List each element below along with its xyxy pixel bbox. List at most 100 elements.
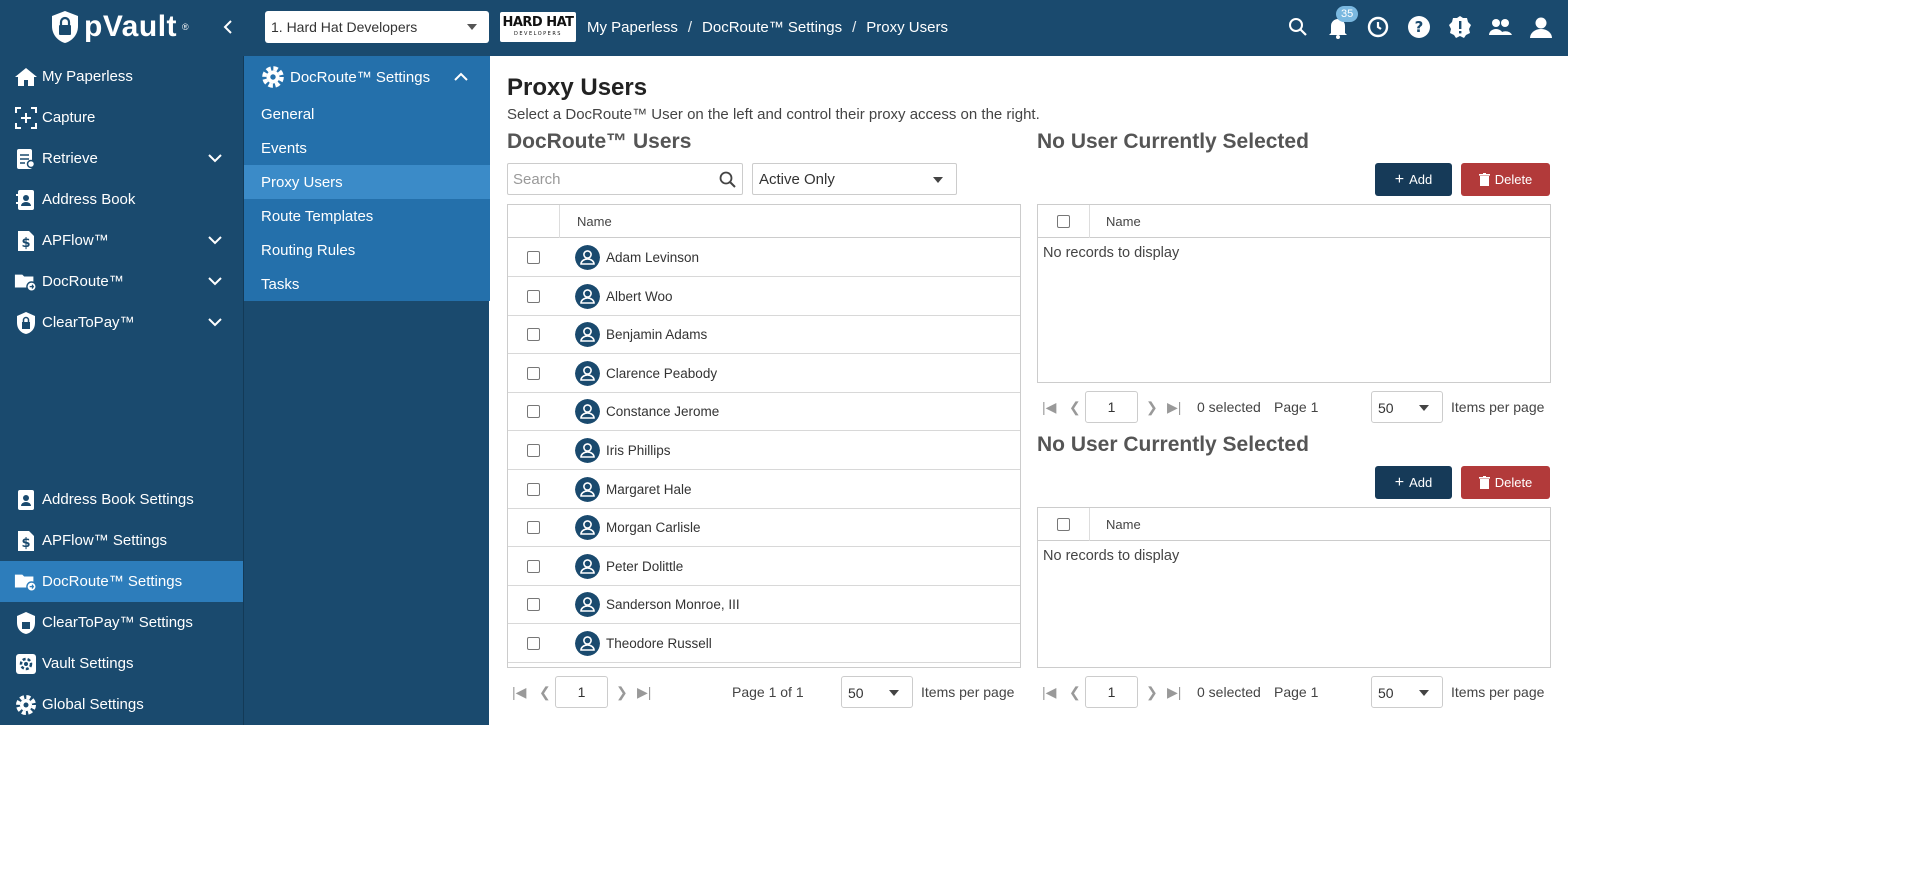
page-info: Page 1 of 1 (732, 684, 804, 700)
panel1-pager: |◀ ❮ 1 ❯ ▶| 0 selected Page 1 50 Items p… (1037, 391, 1551, 423)
last-page-icon[interactable]: ▶| (637, 684, 651, 701)
prev-page-icon[interactable]: ❮ (1069, 684, 1081, 701)
table-row[interactable]: Peter Dolittle (508, 547, 1020, 586)
table-row[interactable]: Iris Phillips (508, 431, 1020, 470)
collapse-sidebar-icon[interactable] (218, 16, 240, 38)
chevron-down-icon (1419, 405, 1429, 411)
table-row[interactable]: Margaret Hale (508, 470, 1020, 509)
chevron-up-icon[interactable] (453, 71, 469, 83)
table-row[interactable]: Morgan Carlisle (508, 508, 1020, 548)
row-checkbox[interactable] (527, 444, 540, 457)
table-row[interactable]: Benjamin Adams (508, 315, 1020, 355)
main-sidebar: My Paperless Capture Retrieve Address Bo… (0, 56, 243, 725)
row-checkbox[interactable] (527, 405, 540, 419)
sidebar-item-vault-settings[interactable]: Vault Settings (0, 643, 243, 684)
items-per-page-select[interactable]: 50 (841, 676, 913, 708)
row-checkbox[interactable] (527, 482, 540, 496)
items-per-page-select[interactable]: 50 (1371, 676, 1443, 708)
search-icon[interactable] (1285, 14, 1311, 40)
row-checkbox[interactable] (527, 289, 540, 303)
sidebar-item-apflow[interactable]: $ APFlow™ (0, 220, 243, 261)
alert-icon[interactable] (1447, 14, 1473, 40)
prev-page-icon[interactable]: ❮ (1069, 399, 1081, 416)
first-page-icon[interactable]: |◀ (1042, 399, 1056, 416)
search-icon[interactable] (718, 170, 738, 190)
panel1-delete-button[interactable]: Delete (1461, 163, 1550, 196)
table-row[interactable]: Clarence Peabody (508, 354, 1020, 393)
panel2-delete-button[interactable]: Delete (1461, 466, 1550, 499)
page-number-input[interactable]: 1 (1085, 676, 1138, 708)
row-checkbox[interactable] (527, 521, 540, 535)
svg-text:$: $ (21, 236, 30, 251)
first-page-icon[interactable]: |◀ (512, 684, 526, 701)
search-input[interactable] (508, 164, 708, 194)
status-filter-select[interactable]: Active Only (752, 163, 957, 195)
name-column-header[interactable]: Name (1106, 517, 1141, 532)
items-per-page-label: Items per page (1451, 399, 1545, 415)
user-name: Clarence Peabody (606, 365, 718, 381)
subnav-item-general[interactable]: General (244, 97, 490, 131)
sidebar-item-my-paperless[interactable]: My Paperless (0, 56, 243, 97)
sidebar-item-cleartopay-settings[interactable]: ClearToPay™ Settings (0, 602, 243, 643)
subnav-item-events[interactable]: Events (244, 131, 490, 165)
help-icon[interactable]: ? (1406, 14, 1432, 40)
sidebar-item-capture[interactable]: Capture (0, 97, 243, 138)
sidebar-item-retrieve[interactable]: Retrieve (0, 138, 243, 179)
app-logo[interactable]: pVault ® (50, 10, 189, 44)
next-page-icon[interactable]: ❯ (616, 684, 628, 701)
subnav-item-tasks[interactable]: Tasks (244, 267, 490, 301)
avatar (575, 399, 600, 425)
next-page-icon[interactable]: ❯ (1146, 399, 1158, 416)
name-column-header[interactable]: Name (577, 214, 612, 229)
name-column-header[interactable]: Name (1106, 214, 1141, 229)
table-row[interactable]: Constance Jerome (508, 392, 1020, 432)
last-page-icon[interactable]: ▶| (1167, 399, 1181, 416)
row-checkbox[interactable] (527, 366, 540, 380)
avatar (575, 360, 600, 386)
user-profile-icon[interactable] (1528, 14, 1554, 40)
row-checkbox[interactable] (527, 637, 540, 650)
last-page-icon[interactable]: ▶| (1167, 684, 1181, 701)
breadcrumb-docroute-settings[interactable]: DocRoute™ Settings (702, 19, 842, 36)
items-per-page-label: Items per page (1451, 684, 1545, 700)
table-row[interactable]: Sanderson Monroe, III (508, 585, 1020, 625)
sidebar-item-cleartopay[interactable]: ClearToPay™ (0, 302, 243, 343)
sidebar-item-docroute-settings[interactable]: DocRoute™ Settings (0, 561, 243, 602)
panel1-add-button[interactable]: + Add (1375, 163, 1452, 196)
breadcrumb-my-paperless[interactable]: My Paperless (587, 19, 678, 36)
sidebar-item-global-settings[interactable]: Global Settings (0, 684, 243, 725)
table-row[interactable]: Theodore Russell (508, 624, 1020, 663)
row-checkbox[interactable] (527, 328, 540, 342)
trash-icon (1478, 476, 1490, 489)
page-number-input[interactable]: 1 (555, 676, 608, 708)
row-checkbox[interactable] (527, 598, 540, 612)
items-per-page-select[interactable]: 50 (1371, 391, 1443, 423)
history-icon[interactable] (1365, 14, 1391, 40)
organization-select[interactable]: 1. Hard Hat Developers (265, 11, 489, 43)
users-icon[interactable] (1487, 14, 1513, 40)
table-row[interactable]: Adam Levinson (508, 238, 1020, 277)
sidebar-item-apflow-settings[interactable]: $ APFlow™ Settings (0, 520, 243, 561)
users-pager: |◀ ❮ 1 ❯ ▶| Page 1 of 1 50 Items per pag… (507, 676, 1021, 708)
first-page-icon[interactable]: |◀ (1042, 684, 1056, 701)
user-name: Sanderson Monroe, III (606, 597, 740, 613)
next-page-icon[interactable]: ❯ (1146, 684, 1158, 701)
sidebar-item-docroute[interactable]: DocRoute™ (0, 261, 243, 302)
user-search (507, 163, 743, 195)
select-all-checkbox[interactable] (1057, 518, 1070, 531)
subnav-header[interactable]: DocRoute™ Settings (260, 63, 430, 91)
sidebar-item-address-book[interactable]: Address Book (0, 179, 243, 220)
row-checkbox[interactable] (527, 559, 540, 573)
sidebar-item-address-book-settings[interactable]: Address Book Settings (0, 479, 243, 520)
table-row[interactable]: Albert Woo (508, 277, 1020, 316)
row-checkbox[interactable] (527, 251, 540, 264)
user-name: Morgan Carlisle (606, 520, 701, 536)
subnav-item-routing-rules[interactable]: Routing Rules (244, 233, 490, 267)
chevron-down-icon (889, 690, 899, 696)
page-number-input[interactable]: 1 (1085, 391, 1138, 423)
select-all-checkbox[interactable] (1057, 215, 1070, 228)
panel2-add-button[interactable]: + Add (1375, 466, 1452, 499)
subnav-item-proxy-users[interactable]: Proxy Users (244, 165, 490, 199)
prev-page-icon[interactable]: ❮ (539, 684, 551, 701)
subnav-item-route-templates[interactable]: Route Templates (244, 199, 490, 233)
